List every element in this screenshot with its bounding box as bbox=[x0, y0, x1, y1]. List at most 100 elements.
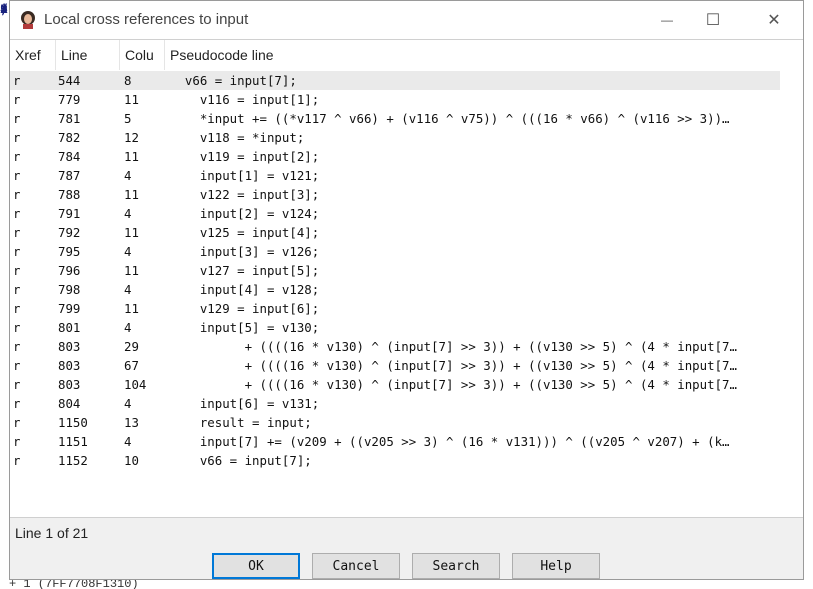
column-cell: 4 bbox=[124, 206, 132, 221]
pseudocode-cell: v127 = input[5]; bbox=[170, 263, 320, 278]
table-row[interactable]: r 792 11 v125 = input[4]; bbox=[10, 223, 803, 242]
status-bar: Line 1 of 21 bbox=[10, 517, 803, 548]
pseudocode-cell: + ((((16 * v130) ^ (input[7] >> 3)) + ((… bbox=[170, 358, 737, 373]
minimize-button[interactable]: — bbox=[644, 1, 690, 39]
table-row[interactable]: r 1150 13 result = input; bbox=[10, 413, 803, 432]
table-row[interactable]: r 791 4 input[2] = v124; bbox=[10, 204, 803, 223]
table-row[interactable]: r 801 4 input[5] = v130; bbox=[10, 318, 803, 337]
column-cell: 4 bbox=[124, 282, 132, 297]
title-bar[interactable]: Local cross references to input — ☐ ✕ bbox=[10, 1, 803, 39]
column-cell: 11 bbox=[124, 263, 139, 278]
pseudocode-cell: + ((((16 * v130) ^ (input[7] >> 3)) + ((… bbox=[170, 377, 737, 392]
line-cell: 781 bbox=[58, 111, 81, 126]
pseudocode-cell: v129 = input[6]; bbox=[170, 301, 320, 316]
line-cell: 792 bbox=[58, 225, 81, 240]
window-title: Local cross references to input bbox=[44, 11, 249, 28]
help-button[interactable]: Help bbox=[512, 553, 600, 579]
xref-cell: r bbox=[13, 339, 21, 354]
column-cell: 4 bbox=[124, 396, 132, 411]
line-cell: 782 bbox=[58, 130, 81, 145]
minimize-icon: — bbox=[661, 13, 673, 27]
column-cell: 4 bbox=[124, 244, 132, 259]
column-cell: 67 bbox=[124, 358, 139, 373]
table-row[interactable]: r 1151 4 input[7] += (v209 + ((v205 >> 3) … bbox=[10, 432, 803, 451]
line-cell: 779 bbox=[58, 92, 81, 107]
pseudocode-cell: input[2] = v124; bbox=[170, 206, 320, 221]
close-icon: ✕ bbox=[767, 12, 781, 29]
column-cell: 29 bbox=[124, 339, 139, 354]
column-cell: 5 bbox=[124, 111, 132, 126]
table-row[interactable]: r 787 4 input[1] = v121; bbox=[10, 166, 803, 185]
xref-cell: r bbox=[13, 453, 21, 468]
line-cell: 799 bbox=[58, 301, 81, 316]
line-cell: 796 bbox=[58, 263, 81, 278]
table-row[interactable]: r 798 4 input[4] = v128; bbox=[10, 280, 803, 299]
column-header-pseudocode[interactable]: Pseudocode line bbox=[165, 40, 785, 70]
column-header-line[interactable]: Line bbox=[56, 40, 120, 70]
maximize-button[interactable]: ☐ bbox=[690, 1, 736, 39]
xref-cell: r bbox=[13, 206, 21, 221]
table-row[interactable]: r 788 11 v122 = input[3]; bbox=[10, 185, 803, 204]
xref-cell: r bbox=[13, 358, 21, 373]
xref-cell: r bbox=[13, 301, 21, 316]
xref-cell: r bbox=[13, 149, 21, 164]
close-button[interactable]: ✕ bbox=[751, 1, 797, 39]
column-cell: 4 bbox=[124, 434, 132, 449]
column-cell: 10 bbox=[124, 453, 139, 468]
pseudocode-cell: input[4] = v128; bbox=[170, 282, 320, 297]
xref-cell: r bbox=[13, 168, 21, 183]
xref-cell: r bbox=[13, 396, 21, 411]
column-cell: 12 bbox=[124, 130, 139, 145]
table-row[interactable]: r 803 104 + ((((16 * v130) ^ (input[7] >> … bbox=[10, 375, 803, 394]
table-row[interactable]: r 804 4 input[6] = v131; bbox=[10, 394, 803, 413]
line-cell: 1151 bbox=[58, 434, 88, 449]
xref-list[interactable]: Xref Line Colu Pseudocode line r 544 8 v66… bbox=[10, 39, 803, 518]
table-row[interactable]: r 803 29 + ((((16 * v130) ^ (input[7] >> 3… bbox=[10, 337, 803, 356]
table-row[interactable]: r 782 12 v118 = *input; bbox=[10, 128, 803, 147]
xref-cell: r bbox=[13, 225, 21, 240]
line-cell: 788 bbox=[58, 187, 81, 202]
background-char bbox=[0, 0, 9, 19]
pseudocode-cell: v122 = input[3]; bbox=[170, 187, 320, 202]
background-window-text: + 1 (7FF7708F1310) bbox=[9, 580, 139, 589]
xref-cell: r bbox=[13, 434, 21, 449]
xref-cell: r bbox=[13, 282, 21, 297]
table-row[interactable]: r 803 67 + ((((16 * v130) ^ (input[7] >> 3… bbox=[10, 356, 803, 375]
table-row[interactable]: r 779 11 v116 = input[1]; bbox=[10, 90, 803, 109]
xref-cell: r bbox=[13, 130, 21, 145]
line-cell: 803 bbox=[58, 358, 81, 373]
pseudocode-cell: v119 = input[2]; bbox=[170, 149, 320, 164]
table-row[interactable]: r 781 5 *input += ((*v117 ^ v66) + (v116 ^… bbox=[10, 109, 803, 128]
table-row[interactable]: r 784 11 v119 = input[2]; bbox=[10, 147, 803, 166]
xref-dialog: Local cross references to input — ☐ ✕ Xr… bbox=[9, 0, 804, 580]
pseudocode-cell: *input += ((*v117 ^ v66) + (v116 ^ v75))… bbox=[170, 111, 730, 126]
table-row[interactable]: r 799 11 v129 = input[6]; bbox=[10, 299, 803, 318]
line-cell: 791 bbox=[58, 206, 81, 221]
search-button[interactable]: Search bbox=[412, 553, 500, 579]
pseudocode-cell: v116 = input[1]; bbox=[170, 92, 320, 107]
column-cell: 11 bbox=[124, 92, 139, 107]
pseudocode-cell: input[7] += (v209 + ((v205 >> 3) ^ (16 *… bbox=[170, 434, 730, 449]
column-cell: 4 bbox=[124, 320, 132, 335]
cancel-button[interactable]: Cancel bbox=[312, 553, 400, 579]
column-cell: 11 bbox=[124, 149, 139, 164]
xref-cell: r bbox=[13, 415, 21, 430]
line-cell: 804 bbox=[58, 396, 81, 411]
column-cell: 11 bbox=[124, 301, 139, 316]
column-header-xref[interactable]: Xref bbox=[10, 40, 56, 70]
xref-cell: r bbox=[13, 187, 21, 202]
xref-cell: r bbox=[13, 73, 21, 88]
column-header-column[interactable]: Colu bbox=[120, 40, 165, 70]
column-cell: 8 bbox=[124, 73, 132, 88]
table-row[interactable]: r 796 11 v127 = input[5]; bbox=[10, 261, 803, 280]
ok-button[interactable]: OK bbox=[212, 553, 300, 579]
table-row[interactable]: r 795 4 input[3] = v126; bbox=[10, 242, 803, 261]
column-cell: 104 bbox=[124, 377, 147, 392]
line-cell: 1152 bbox=[58, 453, 88, 468]
line-cell: 787 bbox=[58, 168, 81, 183]
table-row[interactable]: r 544 8 v66 = input[7]; bbox=[10, 71, 780, 90]
table-row[interactable]: r 1152 10 v66 = input[7]; bbox=[10, 451, 803, 470]
line-cell: 803 bbox=[58, 377, 81, 392]
xref-cell: r bbox=[13, 320, 21, 335]
line-cell: 784 bbox=[58, 149, 81, 164]
